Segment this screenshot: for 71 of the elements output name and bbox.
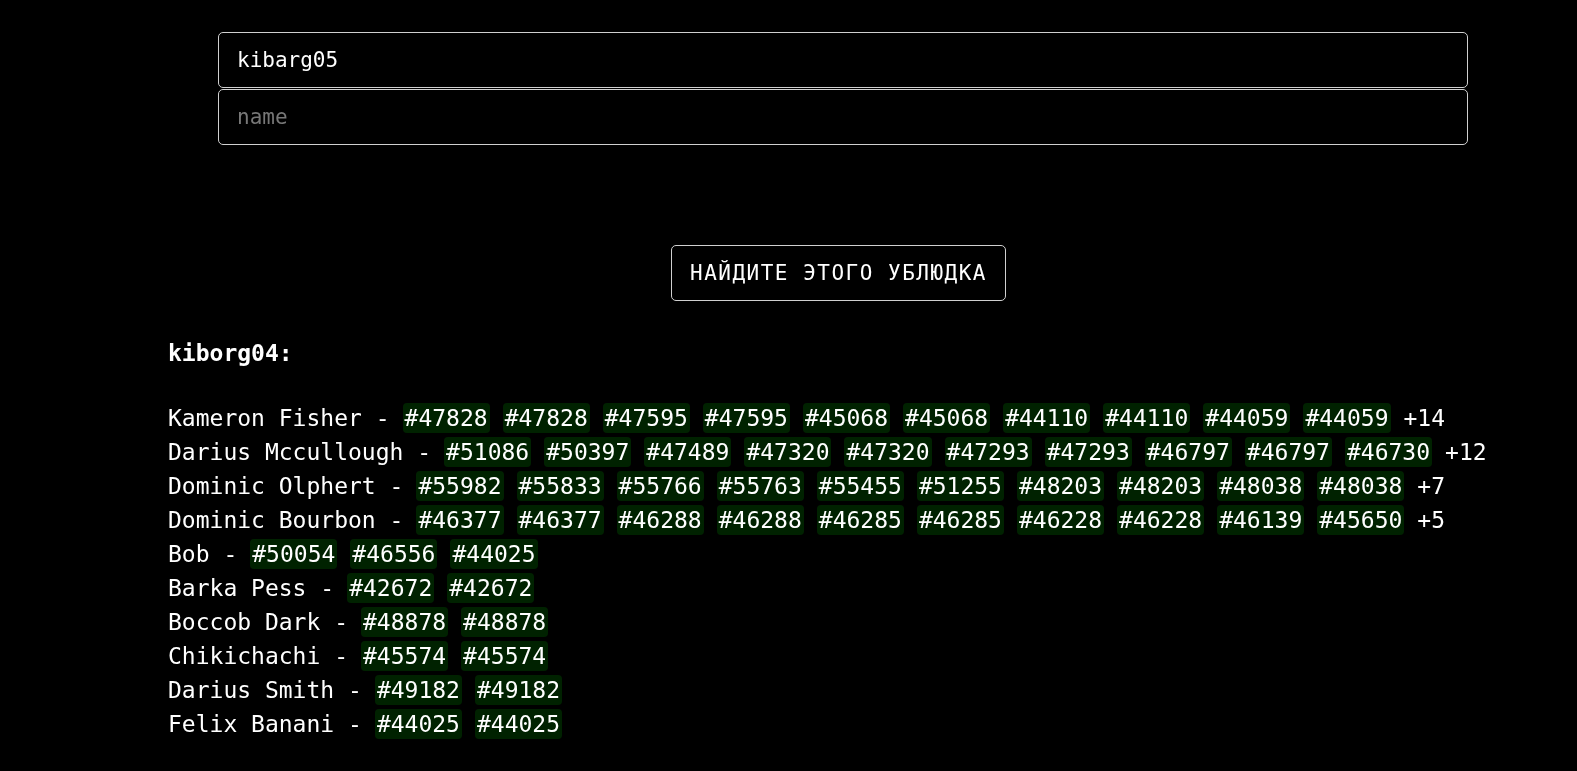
search-button[interactable]: НАЙДИТЕ ЭТОГО УБЛЮДКА xyxy=(671,245,1006,301)
match-tag[interactable]: #46377 xyxy=(516,505,604,535)
match-tag[interactable]: #45574 xyxy=(361,641,449,671)
match-tag[interactable]: #46556 xyxy=(350,539,438,569)
name-field[interactable]: name xyxy=(218,89,1468,145)
match-tag[interactable]: #48878 xyxy=(461,607,549,637)
username-field[interactable]: kibarg05 xyxy=(218,32,1468,88)
player-name: Dominic Bourbon - xyxy=(168,507,404,533)
player-name: Kameron Fisher - xyxy=(168,405,390,431)
match-tag[interactable]: #46228 xyxy=(1016,505,1105,535)
match-tag[interactable]: #48038 xyxy=(1317,471,1405,501)
match-tag[interactable]: #47828 xyxy=(502,403,590,433)
player-name: Felix Banani - xyxy=(168,711,362,737)
match-tag[interactable]: #46288 xyxy=(616,505,704,535)
match-tag[interactable]: #48038 xyxy=(1217,471,1305,501)
player-name: Darius Mccullough - xyxy=(168,439,432,465)
match-tag[interactable]: #45650 xyxy=(1317,505,1405,535)
match-tag[interactable]: #42672 xyxy=(447,573,535,603)
match-tag[interactable]: #48203 xyxy=(1117,471,1205,501)
more-count: +12 xyxy=(1445,439,1487,465)
match-tag[interactable]: #45068 xyxy=(903,403,991,433)
match-tag[interactable]: #50054 xyxy=(250,539,338,569)
match-tag[interactable]: #46797 xyxy=(1244,437,1332,467)
match-tag[interactable]: #44025 xyxy=(450,539,538,569)
match-tag[interactable]: #47293 xyxy=(1044,437,1132,467)
match-tag[interactable]: #44059 xyxy=(1303,403,1391,433)
match-tag[interactable]: #47293 xyxy=(944,437,1032,467)
match-tag[interactable]: #46797 xyxy=(1144,437,1232,467)
more-count: +7 xyxy=(1417,473,1446,499)
match-tag[interactable]: #47595 xyxy=(602,403,690,433)
more-count: +14 xyxy=(1403,405,1446,431)
match-tag[interactable]: #51255 xyxy=(916,471,1004,501)
player-name: Dominic Olphert - xyxy=(168,473,404,499)
player-name: Barka Pess - xyxy=(168,575,335,601)
match-tag[interactable]: #48878 xyxy=(361,607,449,637)
match-tag[interactable]: #46377 xyxy=(416,505,504,535)
match-tag[interactable]: #55982 xyxy=(416,471,504,501)
match-tag[interactable]: #45574 xyxy=(461,641,549,671)
match-tag[interactable]: #44025 xyxy=(474,709,563,739)
match-tag[interactable]: #55763 xyxy=(716,471,804,501)
match-tag[interactable]: #44059 xyxy=(1203,403,1291,433)
match-tag[interactable]: #50397 xyxy=(544,437,632,467)
match-tag[interactable]: #51086 xyxy=(444,437,532,467)
match-tag[interactable]: #55455 xyxy=(816,471,904,501)
match-tag[interactable]: #49182 xyxy=(474,675,563,705)
player-name: Chikichachi - xyxy=(168,643,348,669)
match-tag[interactable]: #46285 xyxy=(816,505,904,535)
match-tag[interactable]: #44025 xyxy=(374,709,462,739)
match-tag[interactable]: #46288 xyxy=(716,505,804,535)
match-tag[interactable]: #55766 xyxy=(616,471,704,501)
match-tag[interactable]: #47489 xyxy=(644,437,732,467)
player-name: Bob - xyxy=(168,541,238,567)
match-tag[interactable]: #47320 xyxy=(844,437,932,467)
match-tag[interactable]: #46228 xyxy=(1117,505,1205,535)
match-tag[interactable]: #48203 xyxy=(1016,471,1105,501)
match-tag[interactable]: #42672 xyxy=(347,573,435,603)
match-tag[interactable]: #47595 xyxy=(702,403,790,433)
match-tag[interactable]: #49182 xyxy=(374,675,462,705)
match-tag[interactable]: #46285 xyxy=(916,505,1004,535)
match-tag[interactable]: #45068 xyxy=(802,403,891,433)
more-count: +5 xyxy=(1417,507,1446,533)
match-tag[interactable]: #47828 xyxy=(402,403,490,433)
match-tag[interactable]: #46139 xyxy=(1217,505,1305,535)
match-tag[interactable]: #55833 xyxy=(516,471,604,501)
player-name: Boccob Dark - xyxy=(168,609,348,635)
match-tag[interactable]: #44110 xyxy=(1103,403,1191,433)
match-tag[interactable]: #46730 xyxy=(1344,437,1433,467)
match-tag[interactable]: #47320 xyxy=(744,437,832,467)
player-name: Darius Smith - xyxy=(168,677,362,703)
result-heading: kiborg04: xyxy=(168,339,294,368)
match-tag[interactable]: #44110 xyxy=(1003,403,1091,433)
